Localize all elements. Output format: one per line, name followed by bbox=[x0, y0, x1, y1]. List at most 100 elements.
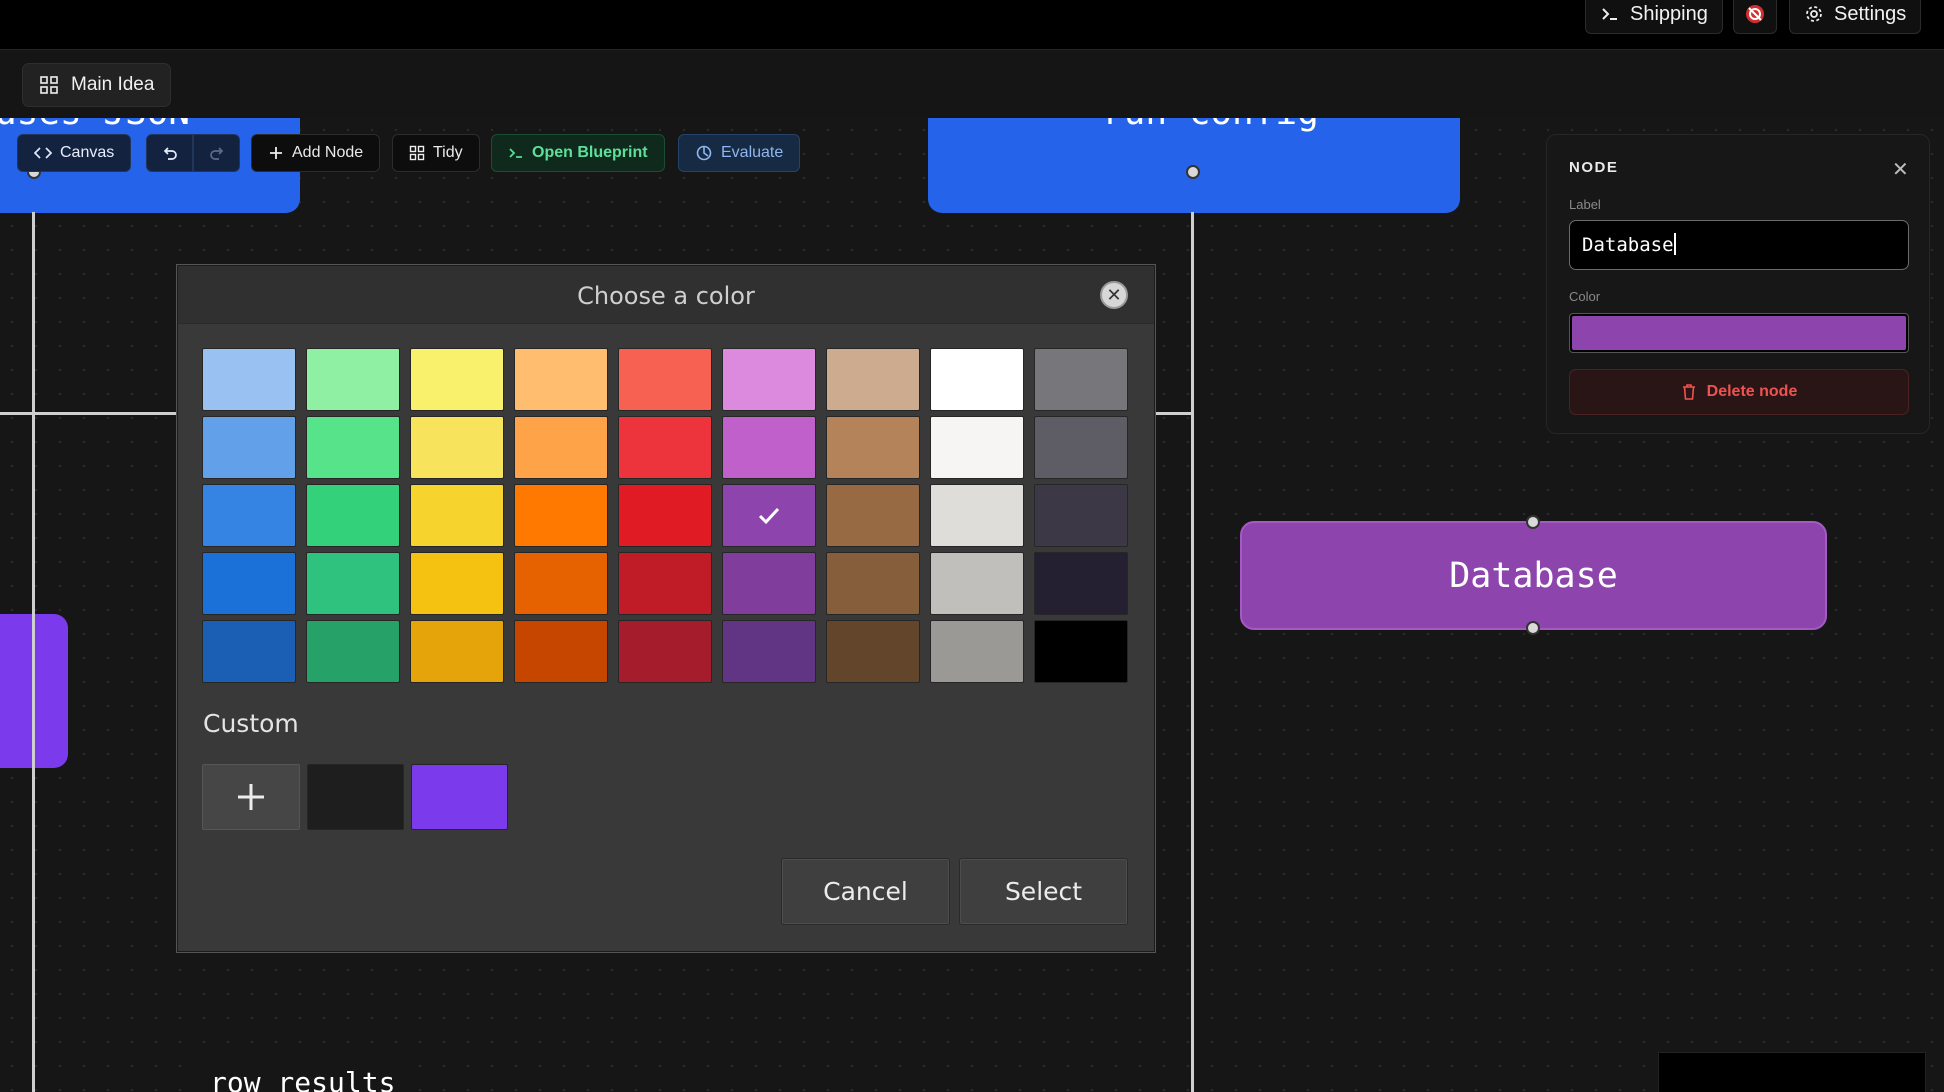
open-blueprint-button[interactable]: Open Blueprint bbox=[491, 134, 665, 172]
color-swatch[interactable] bbox=[202, 484, 296, 547]
node-handle[interactable] bbox=[1526, 515, 1540, 529]
color-swatch[interactable] bbox=[202, 348, 296, 411]
label-caption: Label bbox=[1569, 197, 1601, 212]
color-swatch[interactable] bbox=[826, 348, 920, 411]
color-swatch[interactable] bbox=[618, 552, 712, 615]
dialog-header: Choose a color ✕ bbox=[178, 266, 1154, 324]
grid-icon bbox=[409, 145, 425, 161]
shipping-button[interactable]: Shipping bbox=[1585, 0, 1723, 34]
color-swatch[interactable] bbox=[306, 484, 400, 547]
color-swatch[interactable] bbox=[930, 416, 1024, 479]
canvas-label: Canvas bbox=[60, 144, 115, 161]
color-field-fill bbox=[1572, 316, 1906, 350]
custom-color-swatch[interactable] bbox=[411, 764, 508, 830]
stop-button[interactable] bbox=[1733, 0, 1777, 34]
swatch-grid bbox=[202, 348, 1128, 683]
stop-icon bbox=[1746, 5, 1764, 23]
color-swatch[interactable] bbox=[826, 484, 920, 547]
add-custom-color-button[interactable] bbox=[202, 764, 300, 830]
trash-icon bbox=[1682, 384, 1695, 400]
color-swatch[interactable] bbox=[618, 484, 712, 547]
evaluate-button[interactable]: Evaluate bbox=[678, 134, 801, 172]
node-database[interactable]: Database bbox=[1240, 521, 1827, 630]
top-bar: Shipping Settings bbox=[0, 0, 1944, 50]
edge-center bbox=[1191, 212, 1194, 1092]
color-swatch[interactable] bbox=[410, 416, 504, 479]
color-swatch[interactable] bbox=[1034, 348, 1128, 411]
shipping-label: Shipping bbox=[1630, 2, 1708, 25]
edge-left-horizontal bbox=[0, 412, 177, 415]
color-swatch[interactable] bbox=[1034, 416, 1128, 479]
undo-icon bbox=[163, 147, 177, 160]
color-swatch[interactable] bbox=[722, 552, 816, 615]
cancel-button[interactable]: Cancel bbox=[781, 858, 950, 925]
color-swatch[interactable] bbox=[618, 348, 712, 411]
color-swatch[interactable] bbox=[306, 348, 400, 411]
label-input[interactable]: Database bbox=[1569, 220, 1909, 270]
add-node-label: Add Node bbox=[292, 144, 364, 161]
color-swatch[interactable] bbox=[618, 416, 712, 479]
delete-node-button[interactable]: Delete node bbox=[1569, 369, 1909, 415]
color-swatch[interactable] bbox=[514, 484, 608, 547]
custom-swatch-row bbox=[202, 764, 508, 830]
color-swatch[interactable] bbox=[514, 552, 608, 615]
tab-main-idea-label: Main Idea bbox=[71, 74, 155, 95]
add-node-button[interactable]: Add Node bbox=[251, 134, 381, 172]
color-swatch[interactable] bbox=[410, 620, 504, 683]
color-swatch[interactable] bbox=[618, 620, 712, 683]
color-swatch[interactable] bbox=[306, 416, 400, 479]
custom-label: Custom bbox=[203, 709, 299, 738]
color-swatch[interactable] bbox=[826, 552, 920, 615]
edge-center-horizontal bbox=[1155, 412, 1191, 415]
custom-color-swatch[interactable] bbox=[307, 764, 404, 830]
color-swatch[interactable] bbox=[306, 620, 400, 683]
redo-button[interactable] bbox=[193, 134, 240, 172]
color-swatch-selected[interactable] bbox=[722, 484, 816, 547]
checkmark-icon bbox=[758, 507, 780, 524]
label-input-value: Database bbox=[1582, 234, 1674, 256]
edge-left bbox=[32, 212, 35, 1092]
code-icon bbox=[34, 147, 52, 159]
color-swatch[interactable] bbox=[514, 348, 608, 411]
terminal-icon bbox=[1602, 8, 1617, 20]
color-swatch[interactable] bbox=[1034, 484, 1128, 547]
node-handle[interactable] bbox=[1186, 165, 1200, 179]
color-swatch[interactable] bbox=[202, 620, 296, 683]
color-swatch[interactable] bbox=[1034, 552, 1128, 615]
color-swatch[interactable] bbox=[202, 416, 296, 479]
delete-node-label: Delete node bbox=[1706, 383, 1798, 400]
color-swatch[interactable] bbox=[514, 416, 608, 479]
plus-icon bbox=[238, 784, 264, 810]
color-swatch[interactable] bbox=[930, 620, 1024, 683]
close-icon[interactable]: ✕ bbox=[1100, 281, 1128, 309]
minimap[interactable] bbox=[1658, 1052, 1926, 1092]
color-swatch[interactable] bbox=[202, 552, 296, 615]
color-swatch[interactable] bbox=[1034, 620, 1128, 683]
color-swatch[interactable] bbox=[930, 484, 1024, 547]
node-handle[interactable] bbox=[1526, 621, 1540, 635]
color-swatch[interactable] bbox=[930, 348, 1024, 411]
node-run-config-label: run config bbox=[1102, 118, 1319, 133]
settings-button[interactable]: Settings bbox=[1789, 0, 1922, 34]
color-swatch[interactable] bbox=[410, 552, 504, 615]
color-swatch[interactable] bbox=[514, 620, 608, 683]
select-button[interactable]: Select bbox=[959, 858, 1128, 925]
color-field[interactable] bbox=[1569, 313, 1909, 353]
color-swatch[interactable] bbox=[722, 620, 816, 683]
color-swatch[interactable] bbox=[722, 348, 816, 411]
tab-main-idea[interactable]: Main Idea bbox=[22, 63, 172, 107]
color-swatch[interactable] bbox=[826, 620, 920, 683]
color-swatch[interactable] bbox=[930, 552, 1024, 615]
color-swatch[interactable] bbox=[826, 416, 920, 479]
close-icon[interactable]: ✕ bbox=[1892, 157, 1909, 182]
undo-button[interactable] bbox=[146, 134, 193, 172]
color-swatch[interactable] bbox=[410, 484, 504, 547]
color-swatch[interactable] bbox=[306, 552, 400, 615]
tidy-button[interactable]: Tidy bbox=[392, 134, 480, 172]
color-swatch[interactable] bbox=[722, 416, 816, 479]
canvas-button[interactable]: Canvas bbox=[17, 134, 132, 172]
gear-icon bbox=[1806, 6, 1822, 22]
color-swatch[interactable] bbox=[410, 348, 504, 411]
node-row-results[interactable]: row results bbox=[198, 1063, 408, 1092]
node-inspector-panel: NODE ✕ Label Database Color Delete node bbox=[1546, 134, 1930, 434]
